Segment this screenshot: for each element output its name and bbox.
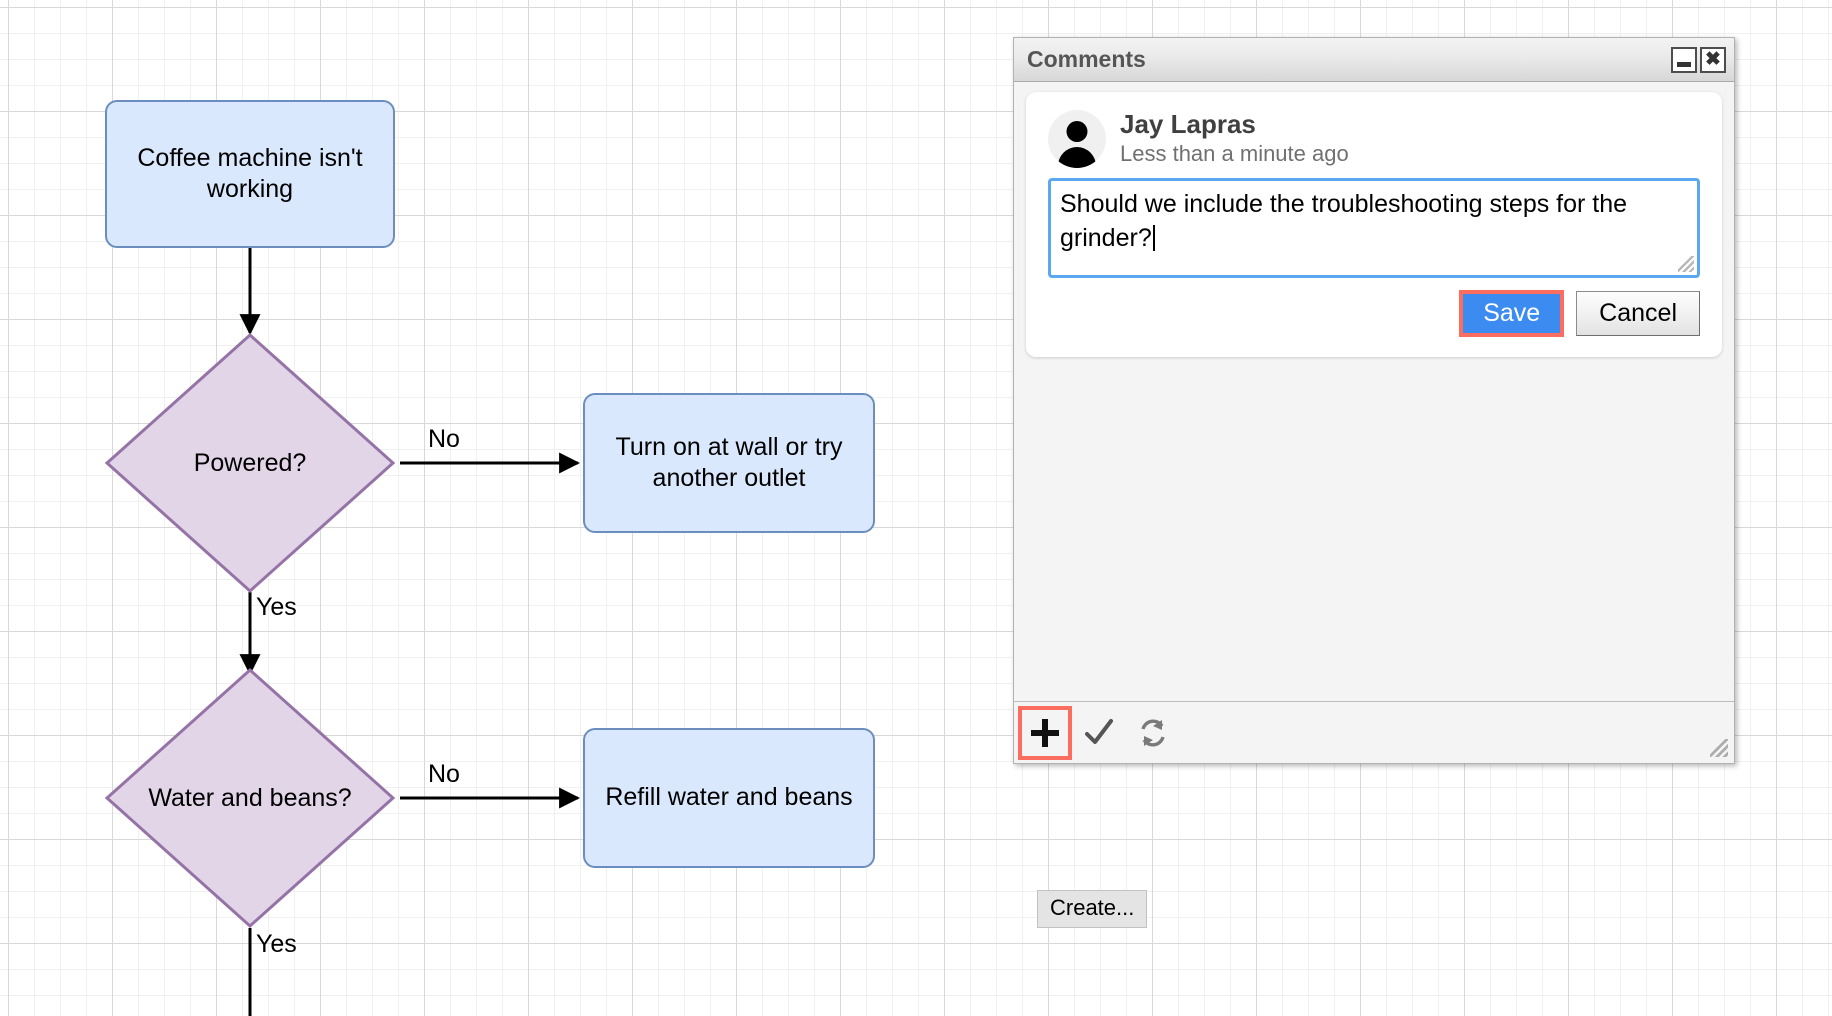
comments-title-bar[interactable]: Comments [1014, 38, 1734, 82]
diamond-shape [105, 668, 395, 928]
comment-input-wrap: Should we include the troubleshooting st… [1048, 178, 1700, 278]
comment-author: Jay Lapras [1120, 110, 1349, 140]
node-water-and-beans[interactable]: Water and beans? [105, 668, 395, 928]
comment-card: Jay Lapras Less than a minute ago Should… [1026, 92, 1722, 357]
node-label: Refill water and beans [605, 782, 852, 813]
window-resize-grip[interactable] [1710, 739, 1728, 757]
cancel-button[interactable]: Cancel [1576, 291, 1700, 336]
comment-timestamp: Less than a minute ago [1120, 140, 1349, 168]
avatar-head-icon [1067, 121, 1088, 142]
edge-label-powered-no: No [428, 425, 460, 454]
comments-list: Jay Lapras Less than a minute ago Should… [1014, 82, 1734, 701]
create-tooltip: Create... [1037, 890, 1147, 928]
comments-window[interactable]: Comments Jay Lapras Less than a minute a… [1013, 37, 1735, 764]
comment-header: Jay Lapras Less than a minute ago [1048, 110, 1700, 168]
node-coffee-machine-isnt-working[interactable]: Coffee machine isn't working [105, 100, 395, 248]
node-refill-water-and-beans[interactable]: Refill water and beans [583, 728, 875, 868]
avatar [1048, 110, 1106, 168]
comments-toolbar [1014, 701, 1734, 763]
edge-label-powered-yes: Yes [256, 593, 297, 622]
refresh-icon [1138, 718, 1168, 748]
add-comment-button[interactable] [1018, 706, 1072, 760]
node-turn-on-at-wall[interactable]: Turn on at wall or try another outlet [583, 393, 875, 533]
minimize-icon[interactable] [1671, 47, 1697, 73]
node-powered[interactable]: Powered? [105, 333, 395, 593]
save-button[interactable]: Save [1463, 294, 1560, 333]
edge-label-water-no: No [428, 760, 460, 789]
comment-input[interactable]: Should we include the troubleshooting st… [1048, 178, 1700, 278]
comment-actions: Save Cancel [1048, 290, 1700, 337]
resolve-comment-button[interactable] [1072, 706, 1126, 760]
node-label: Coffee machine isn't working [119, 143, 381, 206]
refresh-comments-button[interactable] [1126, 706, 1180, 760]
avatar-body-icon [1058, 147, 1096, 168]
comment-meta: Jay Lapras Less than a minute ago [1120, 110, 1349, 167]
edge-label-water-yes: Yes [256, 930, 297, 959]
plus-icon [1030, 718, 1060, 748]
save-button-highlight: Save [1459, 290, 1564, 337]
comment-input-text: Should we include the troubleshooting st… [1060, 190, 1634, 252]
comments-window-title: Comments [1027, 46, 1668, 73]
close-icon[interactable] [1700, 47, 1726, 73]
check-icon [1084, 718, 1114, 748]
node-label: Turn on at wall or try another outlet [597, 432, 861, 495]
text-caret [1153, 225, 1155, 251]
diamond-shape [105, 333, 395, 593]
